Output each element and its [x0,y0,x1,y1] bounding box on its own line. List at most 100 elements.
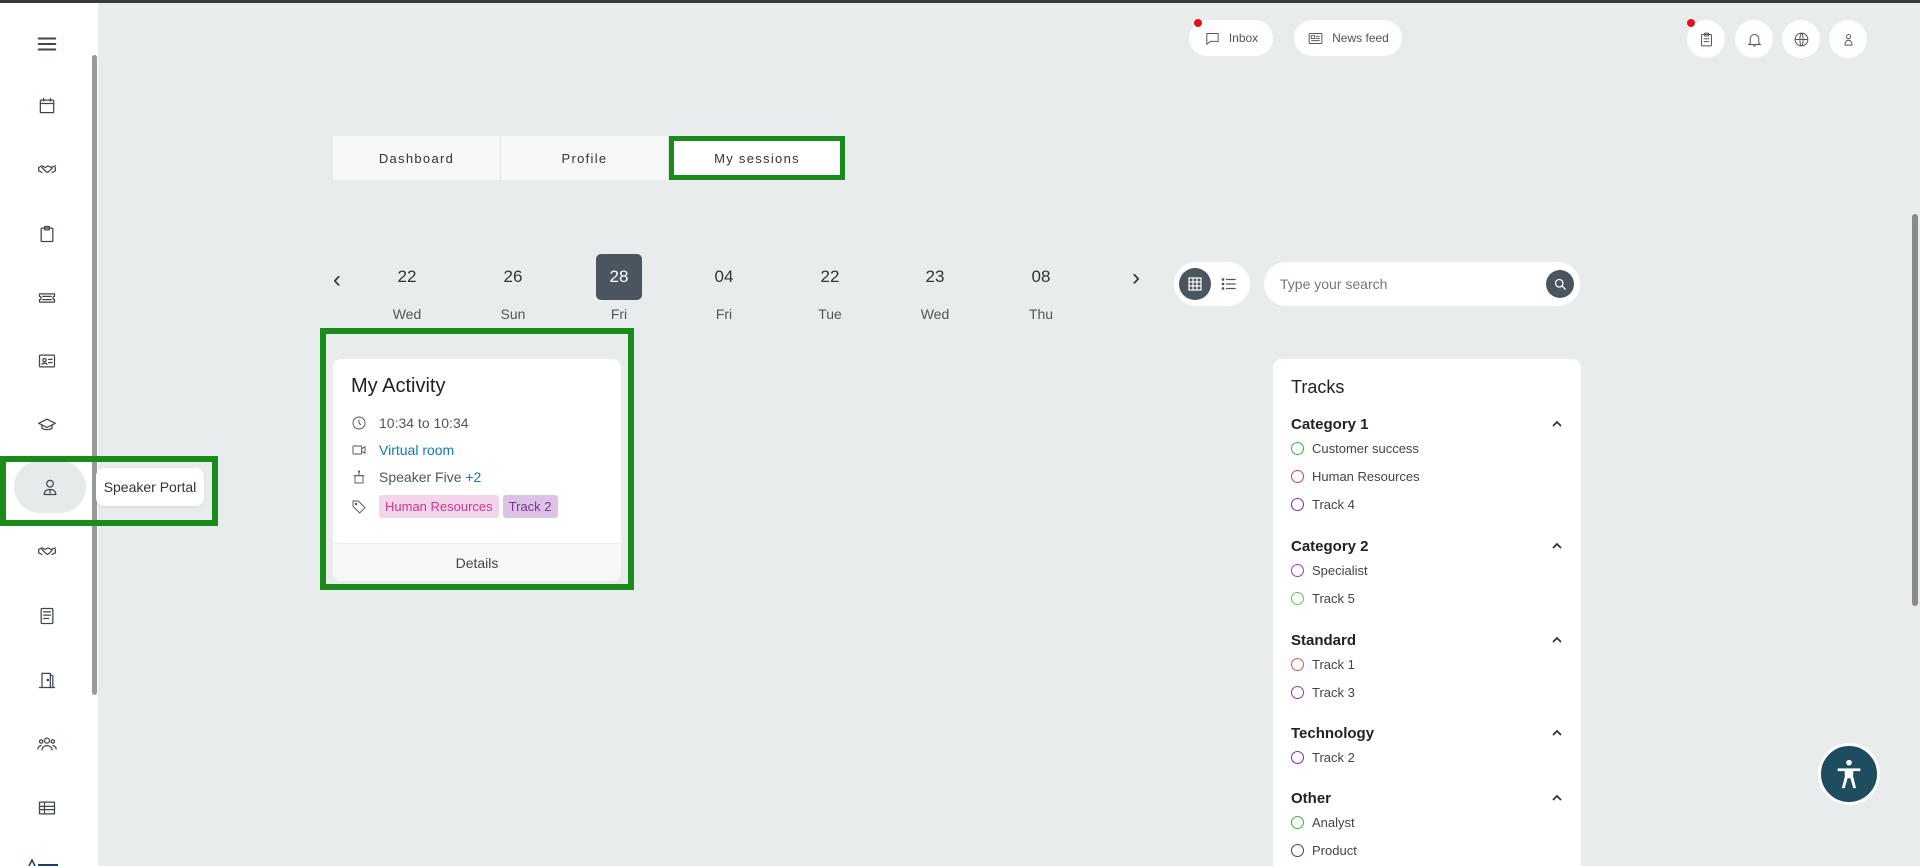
speaker-name: Speaker Five [379,469,462,485]
category-header[interactable]: Technology [1291,723,1563,743]
category-header[interactable]: Category 2 [1291,536,1563,556]
newsfeed-label: News feed [1332,31,1389,45]
chat-bubble-icon [1206,32,1219,45]
sidebar [0,3,98,866]
virtual-room-link[interactable]: Virtual room [379,442,454,458]
track-item[interactable]: Specialist [1291,556,1563,584]
track-category: Technology Track 2 [1291,723,1563,771]
speaker-portal-tooltip: Speaker Portal [96,468,204,506]
handshake-icon[interactable] [22,527,72,577]
activity-time-row: 10:34 to 10:34 [351,415,469,431]
prev-dates-button[interactable]: ‹ [333,266,341,294]
id-card-icon[interactable] [22,336,72,386]
category-header[interactable]: Other [1291,788,1563,808]
group-icon[interactable] [22,719,72,769]
inbox-button[interactable]: Inbox [1189,20,1273,56]
date-item[interactable]: 22 Tue [807,254,853,322]
chevron-up-icon [1552,729,1562,736]
grid-view-button[interactable] [1179,268,1211,300]
track-category: Other Analyst Product [1291,788,1563,864]
track-category: Standard Track 1 Track 3 [1291,630,1563,706]
list-view-button[interactable] [1213,268,1245,300]
video-camera-icon [352,445,366,455]
date-item[interactable]: 04 Fri [701,254,747,322]
track-item[interactable]: Track 4 [1291,490,1563,518]
newsfeed-button[interactable]: News feed [1294,20,1402,56]
tag-icon [352,500,366,514]
track-item[interactable]: Product [1291,836,1563,864]
track-category: Category 1 Customer success Human Resour… [1291,414,1563,518]
search-input[interactable] [1280,272,1530,296]
chevron-up-icon [1552,636,1562,643]
next-dates-button[interactable]: › [1132,264,1140,292]
list-icon [1221,278,1236,290]
activity-tags-row: Human Resources Track 2 [351,495,562,518]
top-border [0,0,1920,3]
track-item[interactable]: Customer success [1291,434,1563,462]
tab-bar: Dashboard Profile My sessions [333,136,845,180]
track-category: Category 2 Specialist Track 5 [1291,536,1563,612]
track-item[interactable]: Track 3 [1291,678,1563,706]
date-item[interactable]: 08 Thu [1018,254,1064,322]
category-header[interactable]: Category 1 [1291,414,1563,434]
notifications-button[interactable] [1735,20,1773,58]
graduation-cap-icon[interactable] [22,400,72,450]
tracks-title: Tracks [1291,377,1345,397]
date-item[interactable]: 23 Wed [912,254,958,322]
door-icon[interactable] [22,655,72,705]
search-button[interactable] [1546,270,1574,298]
tag-track-2[interactable]: Track 2 [502,495,558,518]
clipboard-icon [1700,32,1712,46]
user-icon [1843,33,1853,46]
chevron-up-icon [1552,794,1562,801]
date-item[interactable]: 22 Wed [384,254,430,322]
search-icon [1554,278,1566,290]
track-item[interactable]: Track 5 [1291,584,1563,612]
activity-time: 10:34 to 10:34 [379,415,469,431]
handshake-icon[interactable] [22,145,72,195]
clock-icon [352,416,366,430]
profile-button[interactable] [1829,20,1867,58]
chevron-up-icon [1552,542,1562,549]
accessibility-icon [1837,759,1861,789]
book-icon[interactable] [22,591,72,641]
tracks-panel: Tracks Category 1 Customer success Human… [1273,359,1581,866]
calendar-icon[interactable] [22,81,72,131]
brand-logo [26,856,60,866]
track-item[interactable]: Analyst [1291,808,1563,836]
activity-location-row: Virtual room [351,442,454,458]
accessibility-button[interactable] [1818,743,1880,805]
table-icon[interactable] [22,783,72,833]
category-header[interactable]: Standard [1291,630,1563,650]
podium-icon [353,470,365,484]
activity-speaker-row: Speaker Five +2 [351,469,481,485]
ticket-icon[interactable] [22,273,72,323]
details-button[interactable]: Details [333,543,621,581]
search-box [1264,262,1580,306]
globe-icon [1794,32,1808,46]
activity-title: My Activity [351,375,446,397]
page-scrollbar[interactable] [1912,214,1918,606]
track-item[interactable]: Track 2 [1291,743,1563,771]
menu-icon[interactable] [22,19,72,69]
date-item[interactable]: 26 Sun [490,254,536,322]
chevron-up-icon [1552,420,1562,427]
clipboard-icon[interactable] [22,209,72,259]
track-item[interactable]: Track 1 [1291,650,1563,678]
newspaper-icon [1308,32,1323,44]
sidebar-scrollbar[interactable] [92,55,97,695]
tab-my-sessions[interactable]: My sessions [669,136,845,180]
tab-profile[interactable]: Profile [501,136,669,180]
tag-human-resources[interactable]: Human Resources [379,495,499,518]
more-speakers-link[interactable]: +2 [465,469,481,485]
clipboard-notification-dot [1687,19,1695,27]
inbox-notification-dot [1194,19,1202,27]
date-item-selected[interactable]: 28 Fri [596,254,642,322]
activity-card[interactable]: My Activity 10:34 to 10:34 Virtual room … [333,359,621,581]
tab-dashboard[interactable]: Dashboard [333,136,501,180]
grid-icon [1188,277,1202,291]
bell-icon [1747,33,1761,46]
track-item[interactable]: Human Resources [1291,462,1563,490]
language-button[interactable] [1782,20,1820,58]
view-toggle [1174,262,1250,306]
